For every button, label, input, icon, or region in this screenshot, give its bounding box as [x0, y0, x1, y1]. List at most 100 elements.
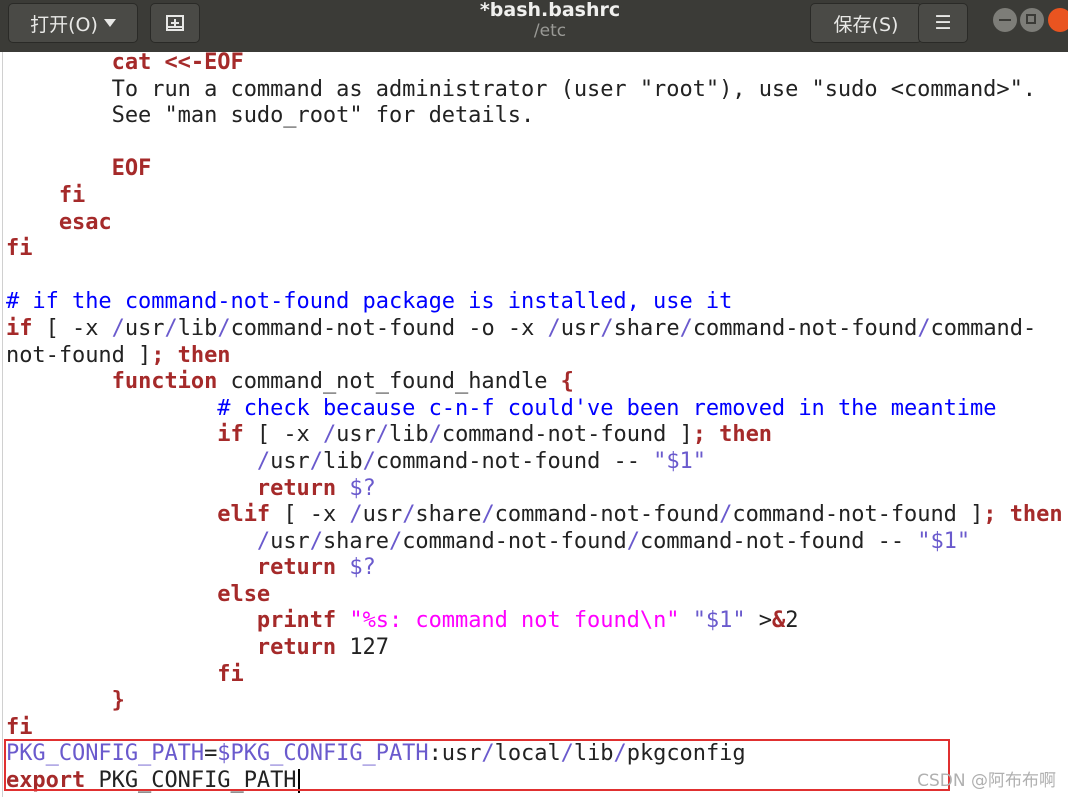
code-line[interactable]: # if the command-not-found package is in…: [6, 289, 1063, 316]
code-line[interactable]: # check because c-n-f could've been remo…: [6, 396, 1063, 423]
code-line[interactable]: [6, 263, 1063, 290]
code-token: ; then: [692, 422, 772, 448]
code-line[interactable]: function command_not_found_handle {: [6, 369, 1063, 396]
code-token: &: [771, 608, 786, 634]
code-token: /: [917, 315, 931, 341]
code-line[interactable]: elif [ -x /usr/share/command-not-found/c…: [6, 502, 1062, 529]
code-line[interactable]: return 127: [6, 635, 1063, 662]
code-token: /: [626, 528, 640, 554]
minimize-window-button[interactable]: [993, 8, 1017, 32]
code-line[interactable]: cat <<-EOF: [6, 50, 1063, 77]
code-token: esac: [58, 209, 112, 235]
code-token: not-found ]: [6, 342, 152, 368]
code-token: # if the command-not-found package is in…: [6, 289, 733, 315]
code-line[interactable]: /usr/lib/command-not-found -- "$1": [6, 449, 1063, 476]
code-line[interactable]: if [ -x /usr/lib/command-not-found ]; th…: [6, 422, 1063, 449]
code-token: fi: [6, 714, 33, 740]
code-token: /: [375, 422, 390, 448]
code-token: /: [309, 528, 323, 554]
code-line[interactable]: fi: [6, 715, 1063, 742]
new-document-button[interactable]: [150, 3, 200, 43]
code-token: "$1": [692, 608, 746, 634]
code-token: usr: [362, 502, 403, 528]
annotation-highlight-box: [4, 739, 950, 791]
code-line[interactable]: not-found ]; then: [6, 343, 1063, 370]
code-token: command-not-found --: [375, 448, 654, 474]
code-token: share: [322, 528, 389, 554]
code-line[interactable]: printf "%s: command not found\n" "$1" >&…: [6, 608, 1063, 635]
code-token: usr: [270, 448, 310, 474]
code-token: "$1": [917, 528, 971, 554]
code-token: /: [402, 502, 416, 528]
code-token: command-: [930, 315, 1037, 341]
code-line[interactable]: To run a command as administrator (user …: [6, 77, 1063, 104]
save-button[interactable]: 保存(S): [810, 3, 922, 43]
code-token: share: [415, 502, 482, 528]
code-token: printf: [256, 608, 337, 634]
code-token: /: [256, 528, 271, 554]
code-token: /: [428, 422, 442, 448]
code-token: /: [600, 315, 614, 341]
code-token: [ -x: [32, 315, 112, 341]
code-token: EOF: [111, 156, 152, 182]
code-line[interactable]: EOF: [6, 156, 1063, 183]
maximize-window-button[interactable]: [1020, 8, 1044, 32]
code-token: See "man sudo_root" for details.: [6, 103, 535, 129]
code-line[interactable]: fi: [6, 183, 1063, 210]
code-token: "%s: command not found\n": [349, 608, 680, 634]
code-token: usr: [270, 528, 310, 554]
code-token: >: [745, 608, 772, 634]
code-token: share: [613, 315, 680, 341]
code-line[interactable]: fi: [6, 662, 1063, 689]
code-token: return: [256, 555, 337, 581]
code-token: command-not-found -o -x: [230, 315, 548, 341]
code-line[interactable]: [6, 130, 1063, 157]
code-content[interactable]: cat <<-EOF To run a command as administr…: [6, 50, 1063, 795]
code-token: /: [322, 422, 337, 448]
window-title-area: *bash.bashrc /etc: [400, 0, 700, 42]
watermark: CSDN @阿布布啊: [917, 771, 1056, 791]
code-line[interactable]: else: [6, 582, 1063, 609]
code-token: function: [111, 369, 218, 395]
code-token: command-not-found ]: [732, 502, 984, 528]
close-window-button[interactable]: [1048, 8, 1068, 32]
new-document-icon: [166, 15, 184, 31]
code-line[interactable]: fi: [6, 236, 1063, 263]
code-token: [ -x: [270, 502, 350, 528]
code-line[interactable]: if [ -x /usr/lib/command-not-found -o -x…: [6, 316, 1063, 343]
code-line[interactable]: See "man sudo_root" for details.: [6, 103, 1063, 130]
code-token: lib: [177, 315, 218, 341]
code-token: lib: [389, 422, 429, 448]
code-token: "$1": [653, 448, 706, 474]
code-token: command-not-found --: [639, 528, 918, 554]
open-button[interactable]: 打开(O): [8, 3, 138, 43]
code-line[interactable]: esac: [6, 210, 1063, 237]
text-editor[interactable]: cat <<-EOF To run a command as administr…: [6, 50, 1068, 797]
code-token: 2: [785, 608, 799, 634]
code-line[interactable]: /usr/share/command-not-found/command-not…: [6, 529, 1063, 556]
open-button-label: 打开(O): [30, 13, 98, 36]
code-line[interactable]: return $?: [6, 476, 1063, 503]
code-token: # check because c-n-f could've been remo…: [217, 395, 997, 421]
code-token: To run a command as administrator (user …: [6, 76, 1036, 102]
code-line[interactable]: return $?: [6, 555, 1063, 582]
code-token: /: [217, 315, 231, 341]
code-token: elif: [217, 502, 271, 528]
hamburger-menu-button[interactable]: ☰: [918, 3, 968, 43]
code-line[interactable]: }: [6, 688, 1063, 715]
code-token: /: [679, 315, 693, 341]
code-token: /: [481, 502, 495, 528]
code-token: usr: [560, 315, 601, 341]
code-token: return: [256, 635, 337, 661]
